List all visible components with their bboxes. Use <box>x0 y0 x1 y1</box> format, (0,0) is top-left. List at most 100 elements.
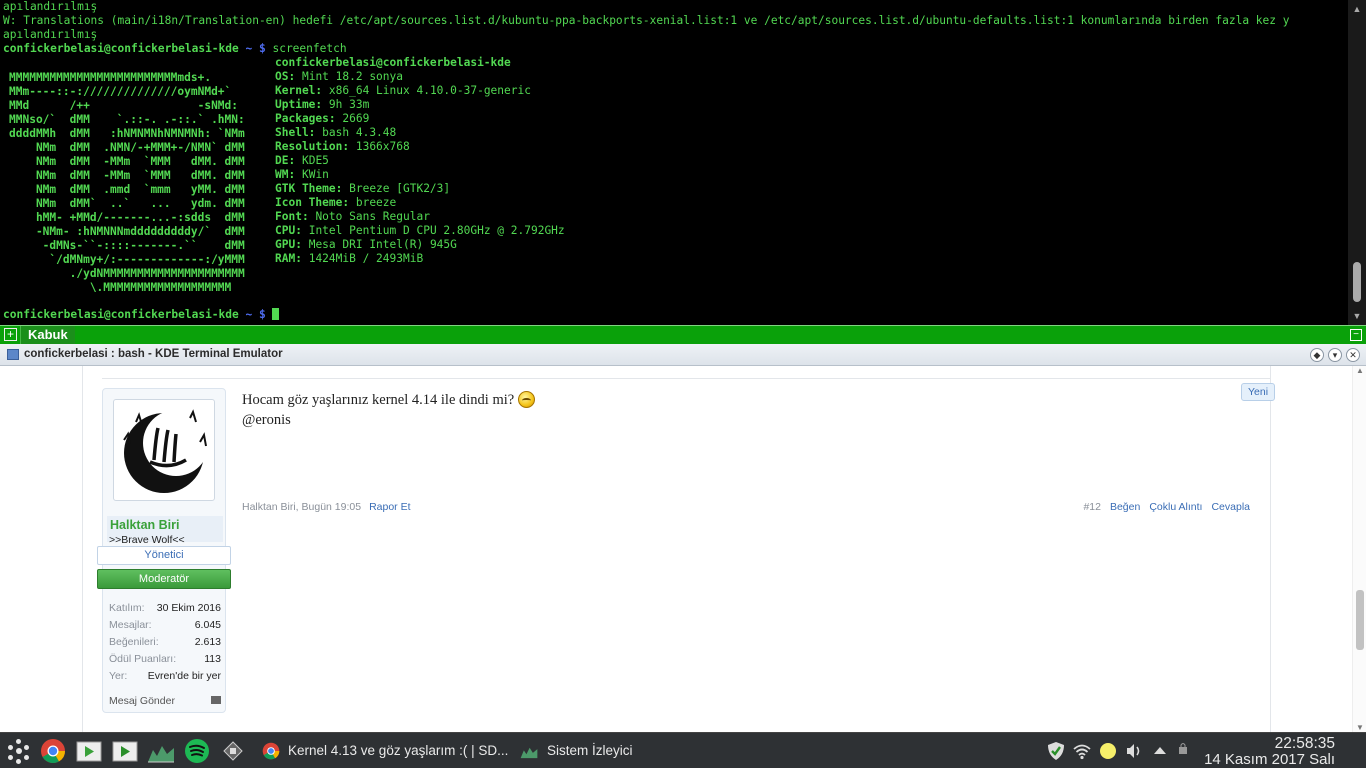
user-stat-row: Beğenileri: 2.613 <box>109 636 221 650</box>
night-light-icon[interactable] <box>1098 741 1118 761</box>
ascii-art-line: ddddMMh dMM :hNMNMNhNMNMNh: `NMm <box>9 127 245 140</box>
keep-above-icon[interactable]: ◆ <box>1310 348 1324 362</box>
info-row: DE: KDE5 <box>275 154 329 168</box>
tab-kabuk[interactable]: Kabuk <box>20 326 75 344</box>
security-shield-icon[interactable] <box>1046 741 1066 761</box>
mention-link[interactable]: @eronis <box>242 410 535 430</box>
scrollbar-thumb[interactable] <box>1353 262 1361 302</box>
info-value: bash 4.3.48 <box>322 126 397 139</box>
stat-value: 113 <box>204 653 221 665</box>
divider <box>102 378 1271 379</box>
scroll-down-icon[interactable]: ▼ <box>1353 723 1366 732</box>
message-body: Hocam göz yaşlarınız kernel 4.14 ile din… <box>242 390 536 430</box>
close-icon[interactable]: ✕ <box>1346 348 1360 362</box>
info-row: Resolution: 1366x768 <box>275 140 410 154</box>
terminal-output[interactable]: apılandırılmış W: Translations (main/i18… <box>0 0 1366 325</box>
info-key: Packages: <box>275 112 336 125</box>
info-value: Mint 18.2 sonya <box>301 70 404 83</box>
reply-link[interactable]: Cevapla <box>1211 501 1250 513</box>
info-row: GTK Theme: Breeze [GTK2/3] <box>275 182 450 196</box>
volume-icon[interactable] <box>1124 741 1144 761</box>
clock-time: 22:58:35 <box>1274 735 1335 752</box>
info-key: DE: <box>275 154 296 167</box>
terminal-app-icon[interactable] <box>7 349 19 360</box>
application-launcher-icon[interactable] <box>6 738 32 764</box>
scrollbar-thumb[interactable] <box>1356 590 1364 650</box>
user-stat-row: Yer: Evren'de bir yer <box>109 670 221 684</box>
video-player-icon[interactable] <box>112 738 138 764</box>
ascii-art-line: -NMm- :hNMNNNmdddddddddy/` dMM <box>9 225 245 238</box>
lock-icon[interactable] <box>1178 741 1188 761</box>
info-value: 9h 33m <box>328 98 370 111</box>
page-scrollbar[interactable]: ▲ ▼ <box>1352 366 1366 732</box>
stat-label: Beğenileri: <box>109 636 159 648</box>
info-value: 1366x768 <box>355 140 410 153</box>
stat-label: Katılım: <box>109 602 145 614</box>
info-key: Font: <box>275 210 309 223</box>
screenfetch-header: confickerbelasi@confickerbelasi-kde <box>275 56 511 69</box>
task-chrome-window[interactable]: Kernel 4.13 ve göz yaşlarım :( | SD... <box>262 737 512 765</box>
info-row: Uptime: 9h 33m <box>275 98 369 112</box>
ascii-logo: MMMMMMMMMMMMMMMMMMMMMMMMMmds+. MMm----::-… <box>9 71 245 295</box>
multi-quote-link[interactable]: Çoklu Alıntı <box>1149 501 1202 513</box>
task-label: Kernel 4.13 ve göz yaşlarım :( | SD... <box>288 743 509 758</box>
info-value: Mesa DRI Intel(R) 945G <box>308 238 457 251</box>
post-author-date[interactable]: Halktan Biri, Bugün 19:05 <box>242 501 361 513</box>
scroll-up-icon[interactable]: ▲ <box>1353 366 1366 375</box>
report-link[interactable]: Rapor Et <box>369 501 410 513</box>
terminal-line: W: Translations (main/i18n/Translation-e… <box>3 14 1290 27</box>
terminal-line: apılandırılmış <box>3 28 98 41</box>
info-row: OS: Mint 18.2 sonya <box>275 70 403 84</box>
post-meta: Halktan Biri, Bugün 19:05 Rapor Et <box>242 501 411 513</box>
post-actions: #12 Beğen Çoklu Alıntı Cevapla <box>1074 501 1250 513</box>
info-key: Shell: <box>275 126 316 139</box>
hardware-info-icon[interactable] <box>220 738 246 764</box>
user-stat-row: Katılım: 30 Ekim 2016 <box>109 602 221 616</box>
like-link[interactable]: Beğen <box>1110 501 1140 513</box>
window-title: confickerbelasi : bash - KDE Terminal Em… <box>24 348 283 360</box>
digital-clock[interactable]: 22:58:35 14 Kasım 2017 Salı <box>1195 735 1335 768</box>
terminal-prompt-line[interactable]: confickerbelasi@confickerbelasi-kde ~ $ <box>3 308 280 322</box>
stat-label: Ödül Puanları: <box>109 653 177 665</box>
info-row: Font: Noto Sans Regular <box>275 210 430 224</box>
ascii-art-line: NMm dMM -MMm `MMM dMM. dMM <box>9 169 245 182</box>
system-monitor-icon <box>520 747 538 759</box>
post-number-link[interactable]: #12 <box>1083 501 1101 513</box>
spotify-icon[interactable] <box>184 738 210 764</box>
info-row: RAM: 1424MiB / 2493MiB <box>275 252 423 266</box>
scroll-down-icon[interactable]: ▼ <box>1348 309 1366 323</box>
info-value: KWin <box>301 168 329 181</box>
new-tab-icon[interactable]: + <box>4 328 17 341</box>
wifi-icon[interactable] <box>1072 741 1092 761</box>
terminal-scrollbar[interactable]: ▲ ▼ <box>1348 0 1366 325</box>
minimize-icon[interactable]: ▾ <box>1328 348 1342 362</box>
ascii-art-line: MMd /++ -sNMd: <box>9 99 239 112</box>
collapse-icon[interactable]: − <box>1350 329 1362 341</box>
info-value: breeze <box>355 196 397 209</box>
info-value: Noto Sans Regular <box>315 210 430 223</box>
ascii-art-line: ./ydNMMMMMMMMMMMMMMMMMMMMM <box>9 267 245 280</box>
info-key: GTK Theme: <box>275 182 343 195</box>
task-system-monitor[interactable]: Sistem İzleyici <box>520 737 660 765</box>
window-titlebar[interactable]: confickerbelasi : bash - KDE Terminal Em… <box>0 344 1366 366</box>
scroll-up-icon[interactable]: ▲ <box>1348 2 1366 16</box>
avatar[interactable] <box>113 399 215 501</box>
info-key: Icon Theme: <box>275 196 350 209</box>
info-row: CPU: Intel Pentium D CPU 2.80GHz @ 2.792… <box>275 224 565 238</box>
info-value: 2669 <box>342 112 370 125</box>
crescent-logo-icon <box>123 409 209 493</box>
prompt-user: confickerbelasi@confickerbelasi-kde <box>3 308 239 321</box>
ascii-art-line: MMMMMMMMMMMMMMMMMMMMMMMMMmds+. <box>9 71 212 84</box>
media-player-icon[interactable] <box>76 738 102 764</box>
terminal-line: apılandırılmış <box>3 0 98 13</box>
stat-label: Mesajlar: <box>109 619 152 631</box>
mail-icon <box>211 696 221 704</box>
info-row: GPU: Mesa DRI Intel(R) 945G <box>275 238 457 252</box>
system-monitor-icon[interactable] <box>147 738 174 764</box>
tray-expand-icon[interactable] <box>1152 741 1172 761</box>
chrome-icon[interactable] <box>40 738 66 764</box>
ascii-art-line: NMm dMM .NMN/-+MMM+-/NMN` dMM <box>9 141 245 154</box>
text-cursor <box>272 308 280 320</box>
send-message-link[interactable]: Mesaj Gönder <box>109 695 221 707</box>
username-link[interactable]: Halktan Biri <box>110 518 179 532</box>
